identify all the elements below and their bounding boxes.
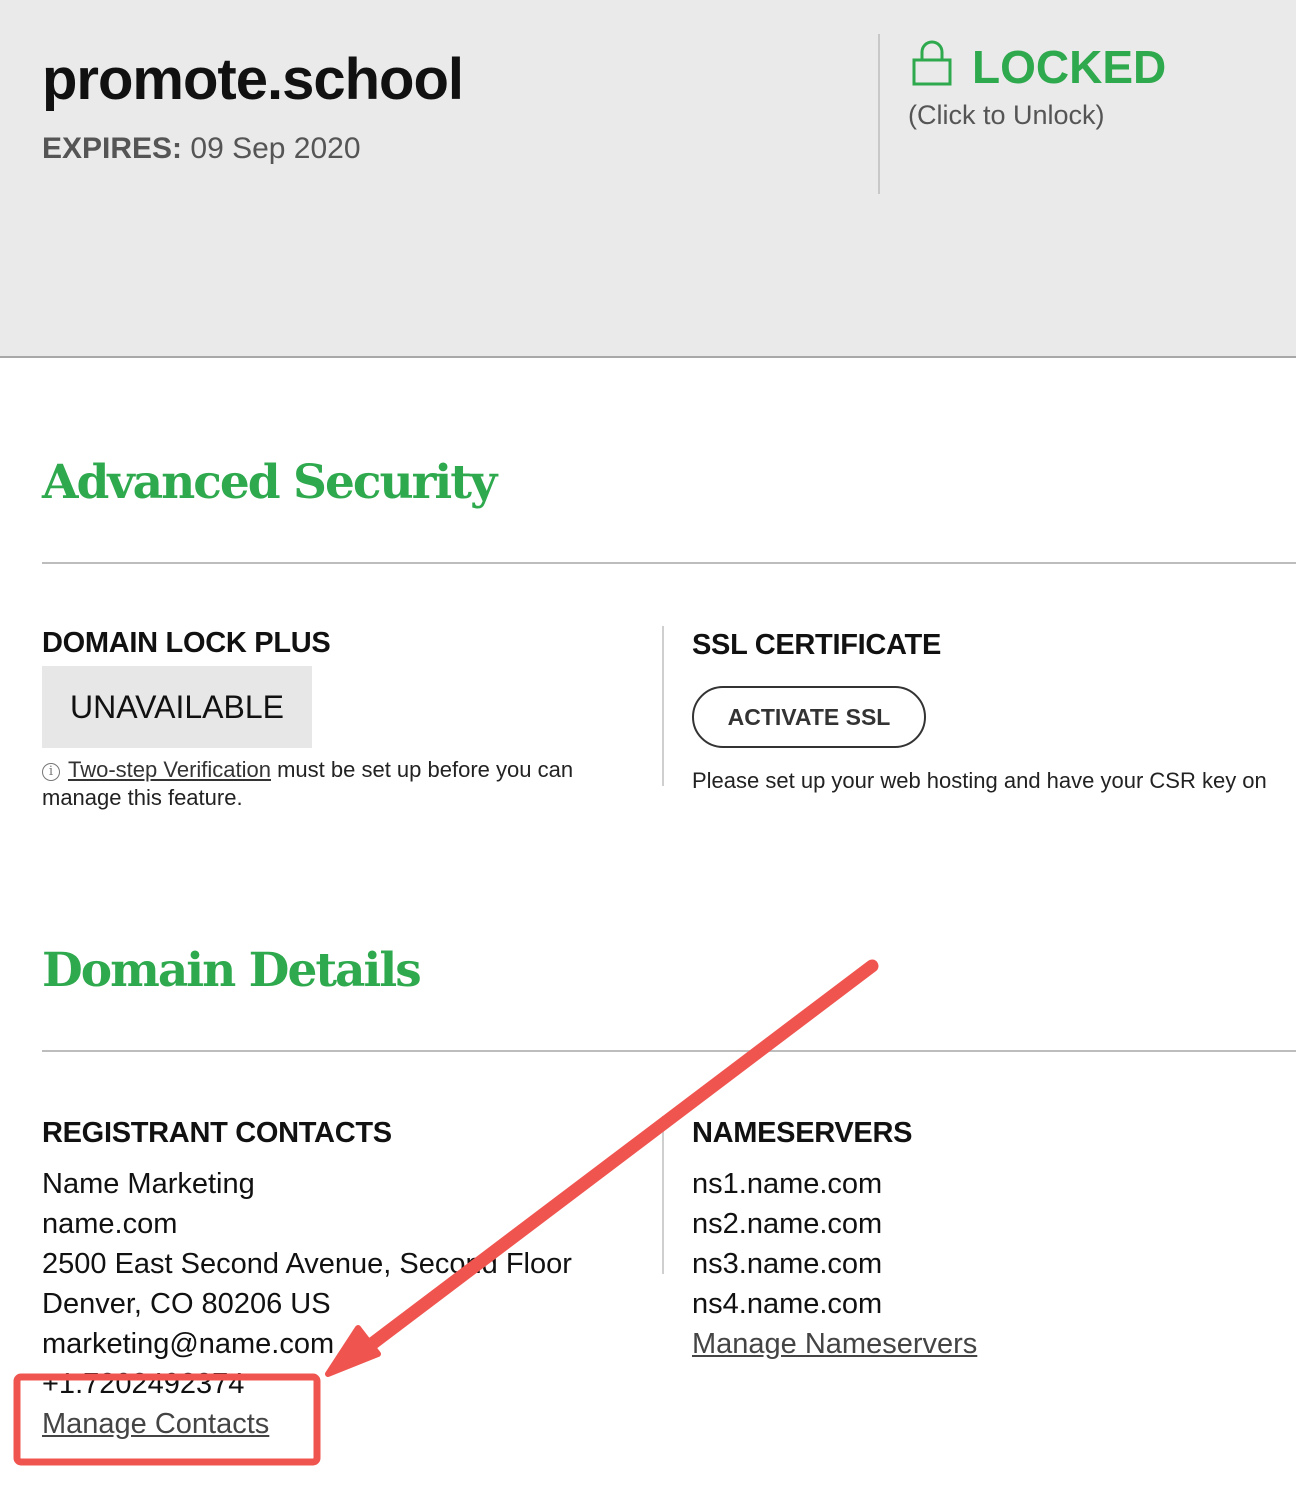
nameserver-item: ns4.name.com [692,1288,883,1320]
activate-ssl-button[interactable]: ACTIVATE SSL [692,686,926,748]
expires-label: EXPIRES: [42,132,183,165]
column-divider [662,1116,664,1274]
contact-address: 2500 East Second Avenue, Second Floor [42,1248,572,1280]
info-icon: i [42,763,60,781]
padlock-icon [912,40,952,86]
domain-details-heading: Domain Details [42,943,422,998]
nameserver-item: ns2.name.com [692,1208,883,1240]
contact-name: Name Marketing [42,1168,255,1200]
domain-header: promote.school EXPIRES: 09 Sep 2020 LOCK… [0,0,1296,358]
domain-lock-toggle[interactable]: LOCKED (Click to Unlock) [908,38,1208,148]
two-step-note: i Two-step Verification must be set up be… [42,756,642,812]
domain-lock-plus-heading: DOMAIN LOCK PLUS [42,627,331,659]
two-step-verification-link[interactable]: Two-step Verification [68,757,271,782]
manage-nameservers-link[interactable]: Manage Nameservers [692,1324,977,1364]
registrant-contacts-heading: REGISTRANT CONTACTS [42,1117,392,1149]
nameservers-heading: NAMESERVERS [692,1117,913,1149]
section-divider [42,562,1296,564]
column-divider [662,626,664,786]
contact-email: marketing@name.com [42,1328,335,1360]
header-divider [878,34,880,194]
contact-organization: name.com [42,1208,178,1240]
contact-city: Denver, CO 80206 US [42,1288,331,1320]
nameserver-list: ns1.name.com ns2.name.com ns3.name.com n… [692,1164,977,1364]
expires-value: 09 Sep 2020 [190,132,361,165]
registrant-contact-list: Name Marketing name.com 2500 East Second… [42,1164,572,1444]
contact-phone: +1.7202492374 [42,1368,245,1400]
unlock-hint: (Click to Unlock) [908,100,1105,130]
domain-lock-status-badge: UNAVAILABLE [42,666,312,748]
nameserver-item: ns3.name.com [692,1248,883,1280]
ssl-note: Please set up your web hosting and have … [692,768,1267,793]
manage-contacts-link[interactable]: Manage Contacts [42,1404,572,1444]
section-divider [42,1050,1296,1052]
lock-status: LOCKED [972,41,1167,93]
expiry-date: EXPIRES: 09 Sep 2020 [42,132,361,166]
advanced-security-heading: Advanced Security [42,455,497,510]
nameserver-item: ns1.name.com [692,1168,883,1200]
domain-name-title: promote.school [42,47,464,112]
ssl-certificate-heading: SSL CERTIFICATE [692,629,941,661]
